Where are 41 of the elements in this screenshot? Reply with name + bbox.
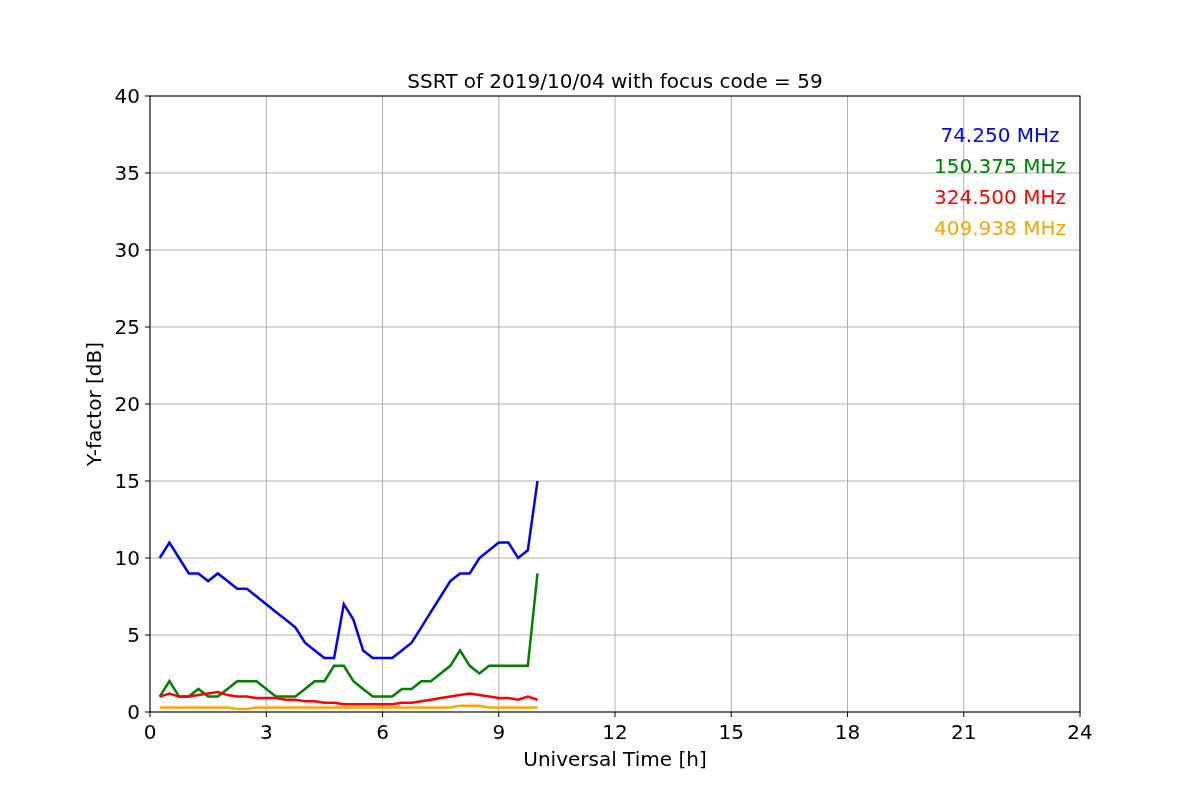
tick-label: 0 <box>127 700 140 724</box>
tick-mark <box>144 326 151 328</box>
tick-mark <box>963 711 965 718</box>
tick-label: 15 <box>114 469 140 493</box>
tick-mark <box>730 711 732 718</box>
tick-mark <box>144 95 151 97</box>
tick-label: 40 <box>114 84 140 108</box>
tick-mark <box>382 711 383 718</box>
tick-label: 25 <box>114 315 140 339</box>
legend-label: 409.938 MHz <box>934 216 1066 240</box>
tick-mark <box>144 557 151 559</box>
tick-mark <box>847 711 848 718</box>
tick-mark <box>614 711 616 718</box>
tick-mark <box>144 403 151 405</box>
tick-mark <box>144 249 151 251</box>
tick-label: 0 <box>143 720 157 744</box>
tick-label: 20 <box>114 392 140 416</box>
tick-mark <box>144 480 151 482</box>
legend-label: 150.375 MHz <box>934 154 1066 178</box>
legend-label: 324.500 MHz <box>934 185 1066 209</box>
tick-label: 9 <box>492 720 506 744</box>
tick-mark <box>1079 711 1081 718</box>
axis-label: Universal Time [h] <box>523 747 707 771</box>
tick-label: 10 <box>114 546 140 570</box>
tick-label: 30 <box>114 238 140 262</box>
chart-title: SSRT of 2019/10/04 with focus code = 59 <box>407 69 823 93</box>
legend-label: 74.250 MHz <box>940 123 1060 147</box>
tick-label: 21 <box>951 720 977 744</box>
tick-mark <box>144 634 151 636</box>
tick-label: 18 <box>834 720 861 744</box>
tick-mark <box>498 711 500 718</box>
tick-mark <box>265 711 267 718</box>
tick-mark <box>144 172 151 174</box>
tick-label: 12 <box>602 720 628 744</box>
tick-label: 6 <box>376 720 389 744</box>
axis-label: Y-factor [dB] <box>82 342 106 466</box>
tick-label: 3 <box>259 720 273 744</box>
tick-label: 24 <box>1067 720 1093 744</box>
tick-label: 15 <box>718 720 744 744</box>
tick-label: 35 <box>114 161 140 185</box>
tick-label: 5 <box>127 623 140 647</box>
